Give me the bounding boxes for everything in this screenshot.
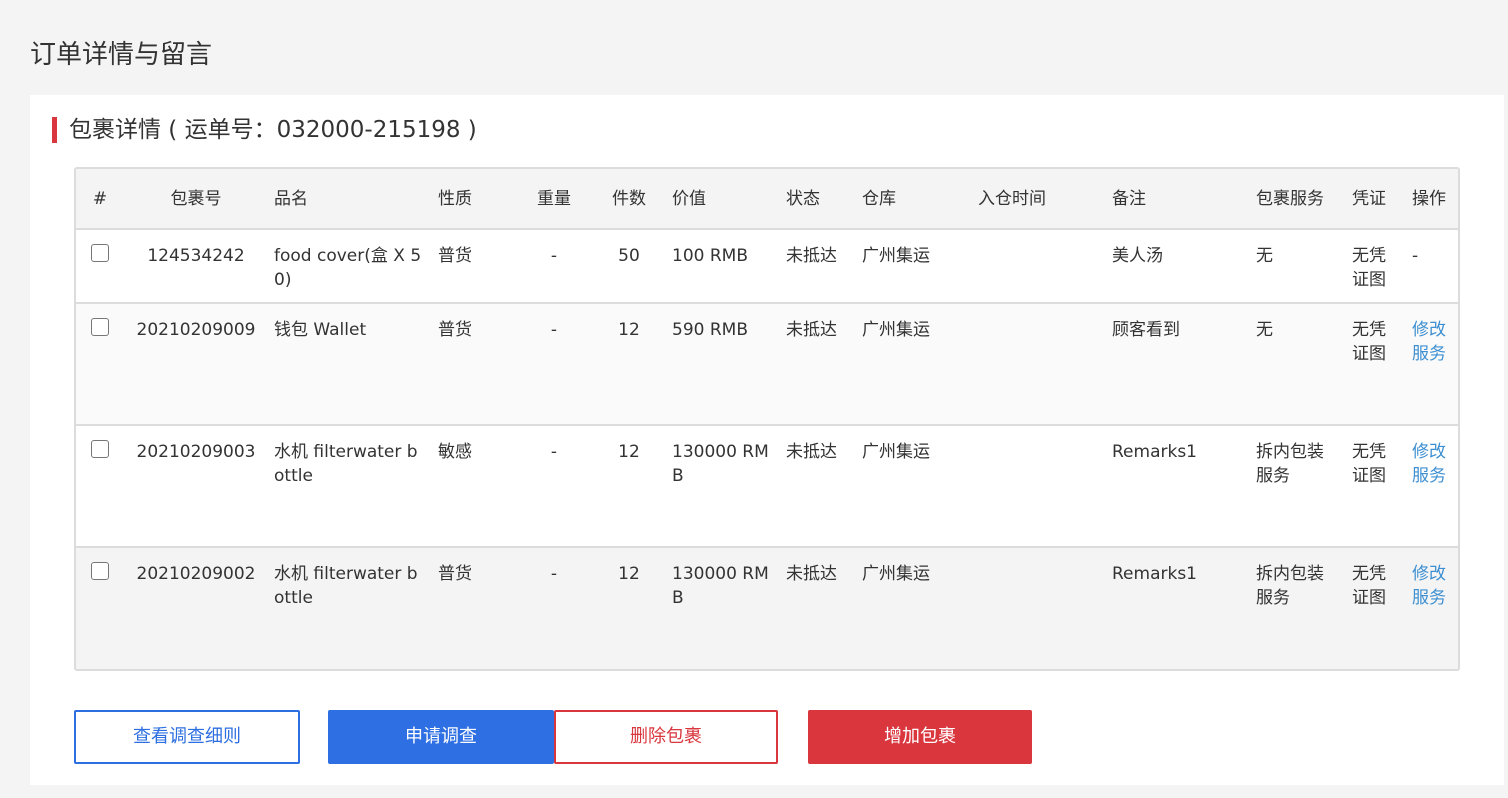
warehouse: 广州集运 [862, 442, 930, 462]
service: 无 [1256, 320, 1273, 340]
nature: 普货 [438, 246, 472, 266]
modify-service-link[interactable]: 修改服务 [1406, 303, 1458, 425]
table-row: 20210209009 钱包 Wallet 普货 - 12 590 RMB 未抵… [76, 303, 1458, 425]
voucher: 无凭证图 [1352, 442, 1386, 486]
status: 未抵达 [786, 246, 837, 266]
service: 拆内包装服务 [1256, 564, 1324, 608]
package-no: 20210209002 [136, 564, 256, 584]
modify-service-link[interactable]: 修改服务 [1406, 547, 1458, 669]
row-checkbox[interactable] [91, 562, 109, 580]
delete-package-button[interactable]: 删除包裹 [554, 710, 778, 764]
value: 130000 RMB [672, 564, 769, 608]
voucher: 无凭证图 [1352, 564, 1386, 608]
voucher: 无凭证图 [1352, 246, 1386, 290]
weight: - [550, 442, 558, 462]
column-header-nature: 性质 [438, 188, 472, 209]
value: 100 RMB [672, 246, 748, 266]
table-row: 20210209002 水机 filterwater bottle 普货 - 1… [76, 547, 1458, 669]
modify-service-link[interactable]: 修改服务 [1406, 425, 1458, 547]
in-time [972, 229, 1106, 303]
in-time [972, 425, 1106, 547]
package-table: # 包裹号 品名 性质 重量 件数 价值 状态 仓库 入仓时间 备注 包裹服务 … [74, 167, 1460, 671]
table-header-row: # 包裹号 品名 性质 重量 件数 价值 状态 仓库 入仓时间 备注 包裹服务 … [76, 169, 1458, 229]
voucher: 无凭证图 [1352, 320, 1386, 364]
in-time [972, 303, 1106, 425]
product-name: 水机 filterwater bottle [274, 442, 418, 486]
package-no: 20210209003 [136, 442, 256, 462]
action-placeholder: - [1412, 246, 1419, 266]
warehouse: 广州集运 [862, 320, 930, 340]
weight: - [550, 564, 558, 584]
table-row: 124534242 food cover(盒 X 50) 普货 - 50 100… [76, 229, 1458, 303]
column-header-action: 操作 [1412, 188, 1446, 209]
value: 130000 RMB [672, 442, 769, 486]
remark: 顾客看到 [1112, 320, 1180, 340]
column-header-remark: 备注 [1112, 188, 1146, 209]
apply-investigation-button[interactable]: 申请调查 [328, 710, 554, 764]
service: 拆内包装服务 [1256, 442, 1324, 486]
product-name: 钱包 Wallet [274, 320, 367, 340]
remark: Remarks1 [1112, 442, 1197, 462]
package-no: 124534242 [147, 246, 245, 266]
count: 12 [618, 564, 640, 584]
package-details-card: 包裹详情 ( 运单号：032000-215198 ) # 包裹号 品名 性质 重… [30, 95, 1504, 785]
column-header-service: 包裹服务 [1256, 188, 1324, 209]
page-title: 订单详情与留言 [30, 40, 213, 70]
status: 未抵达 [786, 442, 837, 462]
count: 12 [618, 442, 640, 462]
column-header-value: 价值 [672, 188, 706, 209]
column-header-in-time: 入仓时间 [978, 188, 1046, 209]
product-name: 水机 filterwater bottle [274, 564, 418, 608]
in-time [972, 547, 1106, 669]
column-header-warehouse: 仓库 [862, 188, 896, 209]
weight: - [550, 320, 558, 340]
column-header-voucher: 凭证 [1352, 188, 1386, 209]
weight: - [550, 246, 558, 266]
product-name: food cover(盒 X 50) [274, 246, 422, 290]
nature: 敏感 [438, 442, 472, 462]
column-header-name: 品名 [274, 188, 308, 209]
view-investigation-rules-button[interactable]: 查看调查细则 [74, 710, 300, 764]
count: 50 [618, 246, 640, 266]
status: 未抵达 [786, 320, 837, 340]
column-header-index: # [92, 188, 108, 209]
row-checkbox[interactable] [91, 318, 109, 336]
count: 12 [618, 320, 640, 340]
column-header-weight: 重量 [537, 188, 571, 209]
add-package-button[interactable]: 增加包裹 [808, 710, 1032, 764]
row-checkbox[interactable] [91, 440, 109, 458]
service: 无 [1256, 246, 1273, 266]
remark: Remarks1 [1112, 564, 1197, 584]
row-checkbox[interactable] [91, 244, 109, 262]
value: 590 RMB [672, 320, 748, 340]
column-header-status: 状态 [786, 188, 820, 209]
column-header-package-no: 包裹号 [170, 188, 222, 209]
status: 未抵达 [786, 564, 837, 584]
table-row: 20210209003 水机 filterwater bottle 敏感 - 1… [76, 425, 1458, 547]
nature: 普货 [438, 564, 472, 584]
warehouse: 广州集运 [862, 246, 930, 266]
warehouse: 广州集运 [862, 564, 930, 584]
remark: 美人汤 [1112, 246, 1163, 266]
package-no: 20210209009 [136, 320, 256, 340]
column-header-count: 件数 [612, 188, 646, 209]
section-title: 包裹详情 ( 运单号：032000-215198 ) [52, 117, 477, 143]
nature: 普货 [438, 320, 472, 340]
